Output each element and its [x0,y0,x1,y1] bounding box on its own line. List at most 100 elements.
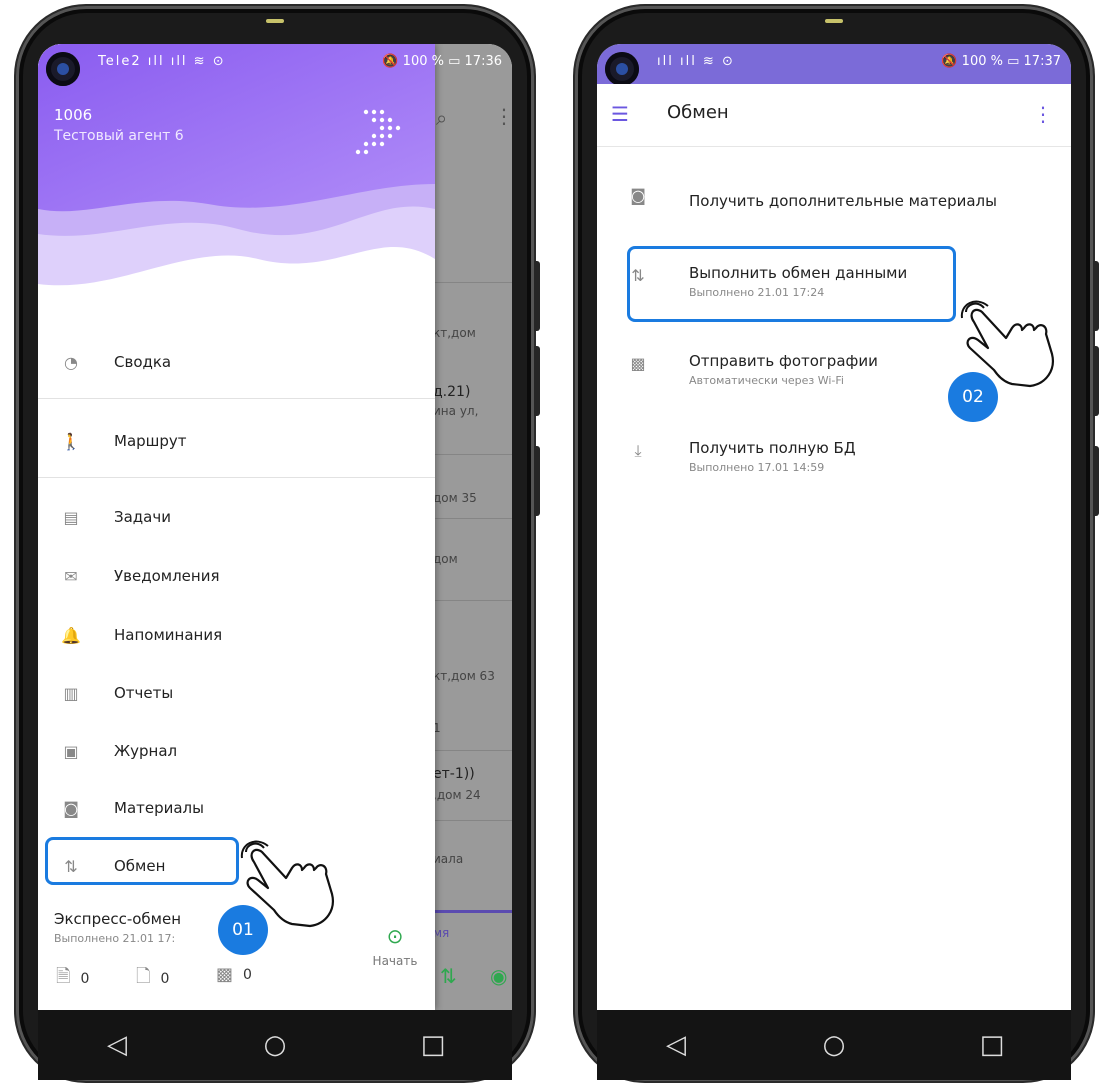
clipboard-icon: ▤ [63,507,79,527]
menu-item-reminders[interactable]: 🔔 Напоминания [38,609,435,661]
camera-icon [605,52,639,86]
menu-item-label: Сводка [114,353,172,371]
agent-id: 1006 [54,106,93,124]
screen-right: ıll ıll ≋ ⊙ 🔕 100 % ▭ 17:37 ☰ Обмен ⋮ ◙ … [597,44,1071,1010]
tab-indicator [433,910,512,913]
menu-item-label: Материалы [114,799,204,817]
files-counter: 🗋 0 [136,964,169,994]
menu-item-label: Задачи [114,508,171,526]
divider [38,398,435,399]
volume-button [534,261,540,331]
divider [433,454,512,455]
counter-value: 0 [160,971,170,987]
menu-item-journal[interactable]: ▣ Журнал [38,725,435,777]
status-right: 🔕 100 % ▭ 17:36 [382,54,502,69]
signal-icons: ıll ıll ≋ ⊙ [657,54,735,69]
menu-item-label: Напоминания [114,626,223,644]
bell-icon: 🔔 [61,625,81,645]
item-label: Отправить фотографии [689,352,878,370]
express-exchange-title: Экспресс-обмен [54,910,182,928]
bg-row-text: ет-1)) [433,766,475,782]
item-status: Автоматически через Wi-Fi [689,374,844,387]
hand-pointer-icon [960,300,1054,388]
home-icon[interactable]: ○ [804,1030,864,1060]
exchange-highlight [45,837,239,885]
counter-value: 0 [243,966,252,983]
bg-row-text: иала [433,852,464,866]
sort-icon: ⇅ [440,964,457,988]
gauge-icon: ◔ [64,352,78,372]
bg-row-text: д.21) [433,384,471,400]
status-right: 🔕 100 % ▭ 17:37 [941,54,1061,69]
divider [38,477,435,478]
get-materials-item[interactable]: ◙ Получить дополнительные материалы [597,184,1071,228]
power-button [534,446,540,516]
start-label: Начать [372,954,418,968]
journal-icon: ▣ [63,741,79,761]
volume-button [1093,261,1099,331]
divider [433,600,512,601]
bg-row-text: кт,дом [433,326,476,340]
divider [433,820,512,821]
bg-row-text: 1 [433,721,441,735]
speaker [266,19,284,23]
menu-item-tasks[interactable]: ▤ Задачи [38,491,435,543]
back-icon[interactable]: ◁ [87,1030,147,1060]
bg-row-text: кт,дом 63 [433,669,495,683]
hamburger-menu-icon[interactable]: ☰ [611,102,629,126]
search-icon: ⌕ [436,106,448,130]
menu-item-summary[interactable]: ◔ Сводка [38,336,435,388]
divider [433,282,512,283]
volume-button [534,346,540,416]
app-bar: ☰ Обмен ⋮ [597,84,1071,147]
location-icon: ◉ [490,964,508,988]
full-db-item[interactable]: ⤓ Получить полную БД Выполнено 17.01 14:… [597,439,1071,483]
mail-icon: ✉ [64,566,78,586]
express-exchange-status: Выполнено 21.01 17: [54,932,176,945]
menu-item-route[interactable]: 🚶 Маршрут [38,415,435,467]
speaker [825,19,843,23]
system-nav-bar: ◁ ○ □ [597,1010,1071,1080]
menu-item-notifications[interactable]: ✉ Уведомления [38,550,435,602]
bg-row-text: ,дом 24 [433,788,481,802]
recent-apps-icon[interactable]: □ [962,1030,1022,1060]
materials-icon: ◙ [630,186,646,205]
phone-right: ıll ıll ≋ ⊙ 🔕 100 % ▭ 17:37 ☰ Обмен ⋮ ◙ … [575,6,1099,1081]
signal-icons: Tele2 ⁠ıll ıll ≋ ⊙ [98,54,226,69]
menu-item-label: Уведомления [114,567,220,585]
status-bar: Tele2 ⁠ıll ıll ≋ ⊙ 🔕 100 % ▭ 17:36 [38,44,512,84]
bg-row-text: дом [433,552,458,566]
more-icon[interactable]: ⋮ [1033,102,1053,126]
menu-item-label: Отчеты [114,684,174,702]
bar-chart-icon: ▥ [63,683,79,703]
photos-counter: ▩ 0 [216,964,252,985]
back-icon[interactable]: ◁ [646,1030,706,1060]
more-icon: ⋮ [494,104,512,128]
file-icon: 🗋 [136,966,151,987]
image-icon: ▩ [216,964,234,985]
start-button[interactable]: ⊙ Начать [370,924,420,968]
bg-row-text: ина ул, [433,404,479,418]
image-icon: ▩ [630,354,646,373]
home-icon[interactable]: ○ [245,1030,305,1060]
menu-item-label: Журнал [114,742,178,760]
hand-pointer-icon [240,840,334,928]
power-button [1093,446,1099,516]
data-exchange-highlight [627,246,956,322]
item-label: Получить дополнительные материалы [689,192,997,210]
walk-icon: 🚶 [61,431,81,451]
menu-item-materials[interactable]: ◙ Материалы [38,782,435,834]
play-circle-icon: ⊙ [386,924,404,948]
page-title: Обмен [667,102,729,123]
recent-apps-icon[interactable]: □ [403,1030,463,1060]
divider [433,518,512,519]
materials-icon: ◙ [63,798,79,818]
documents-counter: 🗎 0 [56,964,89,994]
divider [433,750,512,751]
document-icon: 🗎 [56,966,71,987]
item-label: Получить полную БД [689,439,856,457]
menu-item-reports[interactable]: ▥ Отчеты [38,667,435,719]
camera-icon [46,52,80,86]
system-nav-bar: ◁ ○ □ [38,1010,512,1080]
volume-button [1093,346,1099,416]
